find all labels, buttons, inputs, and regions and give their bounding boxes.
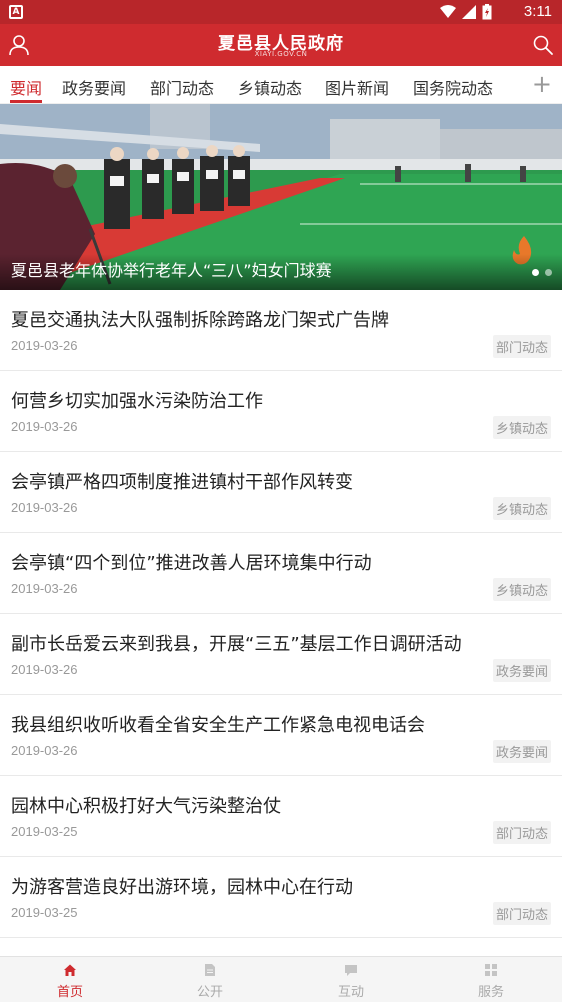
news-title: 我县组织收听收看全省安全生产工作紧急电视电话会	[11, 715, 425, 736]
chat-icon	[345, 965, 357, 976]
nav-services[interactable]: 服务	[421, 957, 561, 1002]
document-icon	[205, 964, 215, 976]
list-item[interactable]: 副市长岳爱云来到我县，开展“三五”基层工作日调研活动 2019-03-26 政务…	[0, 614, 562, 695]
list-item[interactable]: 会亭镇“四个到位”推进改善人居环境集中行动 2019-03-26 乡镇动态	[0, 533, 562, 614]
news-date: 2019-03-26	[11, 338, 78, 353]
news-date: 2019-03-26	[11, 662, 78, 677]
news-date: 2019-03-26	[11, 419, 78, 434]
category-badge: 政务要闻	[492, 740, 551, 763]
news-list: 夏邑交通执法大队强制拆除跨路龙门架式广告牌 2019-03-26 部门动态 何营…	[0, 290, 562, 938]
nav-interact[interactable]: 互动	[281, 957, 421, 1002]
list-item[interactable]: 为游客营造良好出游环境，园林中心在行动 2019-03-25 部门动态	[0, 857, 562, 938]
home-icon	[64, 964, 76, 976]
news-date: 2019-03-26	[11, 581, 78, 596]
clock: 3:11	[523, 3, 552, 20]
bottom-navigation: 首页 公开 互动 服务	[0, 956, 562, 1002]
wifi-icon	[440, 5, 456, 18]
news-title: 园林中心积极打好大气污染整治仗	[11, 796, 281, 817]
category-badge: 乡镇动态	[492, 578, 551, 601]
status-bar: A 3:11	[0, 0, 562, 24]
news-date: 2019-03-26	[11, 500, 78, 515]
notification-icon: A	[9, 5, 23, 19]
banner-caption: 夏邑县老年体协举行老年人“三八”妇女门球赛	[11, 261, 332, 280]
list-item[interactable]: 夏邑交通执法大队强制拆除跨路龙门架式广告牌 2019-03-26 部门动态	[0, 290, 562, 371]
news-date: 2019-03-26	[11, 743, 78, 758]
grid-icon	[485, 964, 497, 976]
search-icon[interactable]	[531, 33, 555, 57]
nav-services-label: 服务	[477, 985, 504, 1000]
headline-carousel[interactable]: 夏邑县老年体协举行老年人“三八”妇女门球赛	[0, 104, 562, 290]
category-tabs: 要闻 政务要闻 部门动态 乡镇动态 图片新闻 国务院动态 +	[0, 66, 562, 104]
news-date: 2019-03-25	[11, 905, 78, 920]
list-item[interactable]: 我县组织收听收看全省安全生产工作紧急电视电话会 2019-03-26 政务要闻	[0, 695, 562, 776]
list-item[interactable]: 何营乡切实加强水污染防治工作 2019-03-26 乡镇动态	[0, 371, 562, 452]
category-badge: 部门动态	[492, 902, 551, 925]
tab-headlines[interactable]: 要闻	[10, 75, 42, 99]
news-title: 会亭镇严格四项制度推进镇村干部作风转变	[11, 472, 353, 493]
news-title: 夏邑交通执法大队强制拆除跨路龙门架式广告牌	[11, 310, 389, 331]
tab-government-news[interactable]: 政务要闻	[62, 75, 126, 99]
banner-caption-bar: 夏邑县老年体协举行老年人“三八”妇女门球赛	[0, 254, 562, 290]
news-title: 为游客营造良好出游环境，园林中心在行动	[11, 877, 353, 898]
news-date: 2019-03-25	[11, 824, 78, 839]
nav-interact-label: 互动	[337, 985, 364, 1000]
news-title: 副市长岳爱云来到我县，开展“三五”基层工作日调研活动	[11, 634, 462, 655]
tab-department-news[interactable]: 部门动态	[150, 75, 214, 99]
category-badge: 乡镇动态	[492, 497, 551, 520]
list-item[interactable]: 会亭镇严格四项制度推进镇村干部作风转变 2019-03-26 乡镇动态	[0, 452, 562, 533]
active-tab-indicator	[10, 100, 42, 103]
category-badge: 乡镇动态	[492, 416, 551, 439]
carousel-dot[interactable]	[545, 269, 552, 276]
carousel-dots	[532, 269, 552, 276]
nav-public-label: 公开	[196, 985, 223, 1000]
battery-icon	[482, 4, 492, 20]
category-badge: 部门动态	[492, 335, 551, 358]
nav-home[interactable]: 首页	[0, 957, 140, 1002]
news-title: 会亭镇“四个到位”推进改善人居环境集中行动	[11, 553, 372, 574]
signal-icon	[462, 5, 476, 19]
tab-photo-news[interactable]: 图片新闻	[325, 75, 389, 99]
page-subtitle: XIAYI.GOV.CN	[254, 50, 308, 58]
tab-township-news[interactable]: 乡镇动态	[238, 75, 302, 99]
category-badge: 政务要闻	[492, 659, 551, 682]
list-item[interactable]: 园林中心积极打好大气污染整治仗 2019-03-25 部门动态	[0, 776, 562, 857]
category-badge: 部门动态	[492, 821, 551, 844]
app-header: 夏邑县人民政府 XIAYI.GOV.CN	[0, 24, 562, 66]
tab-state-council-news[interactable]: 国务院动态	[413, 75, 493, 99]
add-tab-icon[interactable]: +	[532, 70, 552, 98]
nav-home-label: 首页	[56, 985, 83, 1000]
nav-public[interactable]: 公开	[140, 957, 280, 1002]
news-title: 何营乡切实加强水污染防治工作	[11, 391, 263, 412]
carousel-dot[interactable]	[532, 269, 539, 276]
